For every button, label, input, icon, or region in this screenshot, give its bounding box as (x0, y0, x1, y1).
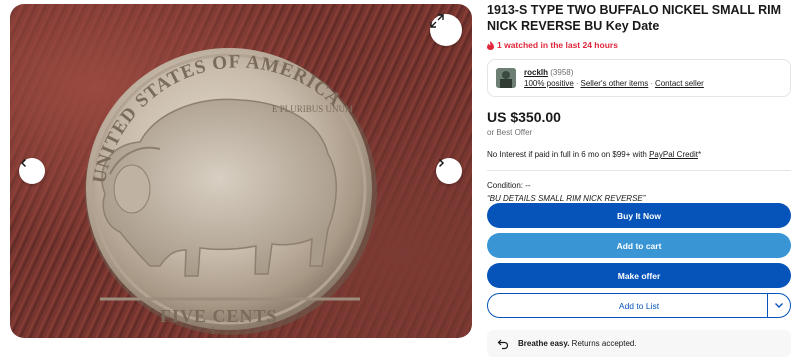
expand-image-button[interactable] (430, 14, 462, 46)
coin-bottom-text: FIVE CENTS (160, 306, 278, 326)
next-image-button[interactable] (436, 158, 462, 184)
returns-text: Returns accepted. (569, 339, 637, 348)
coin-motto: E PLURIBUS UNUM (272, 104, 353, 114)
previous-image-button[interactable] (19, 158, 45, 184)
seller-feedback-count: (3958) (550, 68, 574, 77)
seller-positive-link[interactable]: 100% positive (524, 79, 574, 88)
returns-banner: Breathe easy. Returns accepted. (487, 330, 791, 357)
coin-mint-mark: S (210, 326, 215, 336)
listing-info-panel: 1913-S TYPE TWO BUFFALO NICKEL SMALL RIM… (487, 0, 791, 357)
seller-name-link[interactable]: rocklh (524, 68, 548, 77)
coin-image: UNITED STATES OF AMERICA E PLURIBUS UNUM… (85, 48, 377, 336)
seller-other-items-link[interactable]: Seller's other items (580, 79, 648, 88)
seller-avatar[interactable] (496, 68, 516, 88)
condition-note: “BU DETAILS SMALL RIM NICK REVERSE” (487, 194, 646, 203)
product-image-gallery[interactable]: UNITED STATES OF AMERICA E PLURIBUS UNUM… (10, 4, 472, 338)
expand-icon (430, 14, 444, 28)
watchers-notice: 1 watched in the last 24 hours (487, 40, 791, 50)
condition-value: -- (525, 181, 531, 190)
chevron-right-icon (438, 158, 445, 168)
best-offer-text: or Best Offer (487, 128, 533, 137)
seller-card: rocklh (3958) 100% positive · Seller's oth… (487, 59, 791, 97)
paypal-credit-notice: No Interest if paid in full in 6 mo on $… (487, 150, 791, 159)
list-divider (767, 294, 768, 317)
add-to-list-label: Add to List (618, 300, 660, 311)
chevron-left-icon (20, 158, 27, 168)
condition-label: Condition: (487, 181, 524, 190)
listing-title: 1913-S TYPE TWO BUFFALO NICKEL SMALL RIM… (487, 3, 782, 33)
add-to-list-button[interactable]: Add to List (487, 293, 791, 318)
return-arrow-icon (497, 339, 509, 349)
buy-it-now-button[interactable]: Buy It Now (487, 203, 791, 228)
price: US $350.00 (487, 109, 561, 125)
credit-mark: * (698, 150, 702, 159)
returns-bold-text: Breathe easy. (518, 339, 570, 348)
contact-seller-link[interactable]: Contact seller (655, 79, 704, 88)
credit-text: No Interest if paid in full in 6 mo on $… (487, 150, 650, 159)
seller-avatar-image (496, 68, 516, 88)
condition-row: Condition: -- (487, 181, 791, 190)
make-offer-button[interactable]: Make offer (487, 263, 791, 288)
add-to-cart-button[interactable]: Add to cart (487, 233, 791, 258)
flame-icon (487, 40, 494, 50)
divider (487, 170, 791, 171)
paypal-credit-link[interactable]: PayPal Credit (649, 150, 698, 159)
chevron-down-icon[interactable] (774, 300, 784, 310)
watchers-text: 1 watched in the last 24 hours (497, 40, 618, 50)
